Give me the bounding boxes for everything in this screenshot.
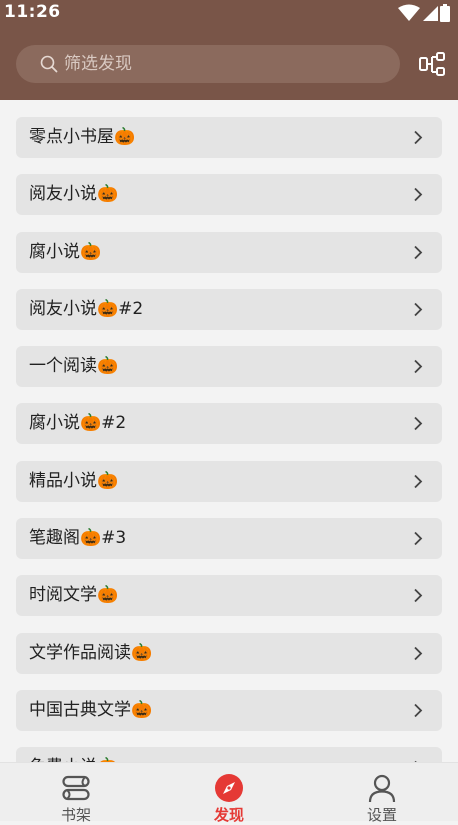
list-item-label: 文学作品阅读🎃: [29, 642, 153, 663]
chevron-right-icon: [414, 531, 423, 546]
status-bar: 11:26: [0, 0, 458, 28]
nav-item-discover[interactable]: 发现: [153, 763, 305, 824]
search-input[interactable]: [64, 45, 384, 83]
status-time: 11:26: [4, 2, 61, 22]
list-item-label: 时阅文学🎃: [29, 585, 119, 606]
battery-icon: [440, 4, 450, 22]
list-item[interactable]: 阅友小说🎃#2: [16, 288, 442, 330]
list-item-label: 笔趣阁🎃#3: [29, 528, 127, 549]
list-item[interactable]: 时阅文学🎃: [16, 575, 442, 617]
list-item-label: 腐小说🎃: [29, 241, 102, 262]
chevron-right-icon: [414, 302, 423, 317]
person-icon: [368, 774, 396, 803]
chevron-right-icon: [414, 646, 423, 660]
status-icons: [398, 4, 450, 22]
signal-icon: [423, 6, 438, 21]
chevron-right-icon: [414, 130, 423, 145]
chevron-right-icon: [414, 474, 423, 488]
chevron-right-icon: [414, 360, 423, 374]
chevron-right-icon: [414, 703, 423, 718]
nav-label: 发现: [213, 806, 244, 824]
nav-label: 设置: [366, 806, 397, 824]
nav-label: 书架: [60, 806, 91, 824]
list-item[interactable]: 阅友小说🎃: [16, 174, 442, 216]
list-item-label: 免费小说🎃: [29, 747, 118, 762]
bookshelf-icon: [62, 775, 90, 801]
list-item-label: 中国古典文学🎃: [29, 699, 153, 720]
list-item[interactable]: 腐小说🎃: [16, 231, 442, 273]
list-item-label: 腐小说🎃#2: [29, 413, 127, 434]
list-item[interactable]: 精品小说🎃: [16, 460, 442, 502]
chevron-right-icon: [414, 245, 423, 259]
list-item-label: 零点小书屋🎃: [29, 127, 136, 147]
list-item-label: 一个阅读🎃: [29, 356, 119, 377]
list-item[interactable]: 零点小书屋🎃: [16, 117, 442, 158]
list-item[interactable]: 笔趣阁🎃#3: [16, 518, 442, 560]
list-item[interactable]: 腐小说🎃#2: [16, 403, 442, 445]
list-item[interactable]: 中国古典文学🎃: [16, 689, 442, 731]
wifi-icon: [398, 4, 420, 21]
search-icon: [40, 55, 58, 73]
nav-item-settings[interactable]: 设置: [306, 763, 458, 824]
list-item-label: 精品小说🎃: [29, 470, 119, 491]
tree-structure-icon[interactable]: [418, 51, 446, 79]
bottom-navigation: 书架 发现 设置: [0, 762, 458, 824]
chevron-right-icon: [414, 417, 423, 431]
list-item-label: 阅友小说🎃: [29, 184, 119, 205]
list-item[interactable]: 一个阅读🎃: [16, 346, 442, 388]
app-toolbar: 11:26: [0, 0, 458, 100]
chevron-right-icon: [414, 589, 423, 603]
list-item[interactable]: 免费小说🎃: [16, 747, 442, 762]
list-item[interactable]: 文学作品阅读🎃: [16, 632, 442, 674]
chevron-right-icon: [414, 188, 423, 202]
discover-list: 零点小书屋🎃 阅友小说🎃 腐小说🎃 阅友小说🎃#2 一个阅读🎃 腐小说🎃#2 精…: [16, 117, 442, 762]
list-item-label: 阅友小说🎃#2: [29, 298, 144, 319]
nav-item-bookshelf[interactable]: 书架: [0, 763, 152, 824]
search-bar[interactable]: [16, 45, 400, 83]
compass-icon: [215, 774, 243, 802]
